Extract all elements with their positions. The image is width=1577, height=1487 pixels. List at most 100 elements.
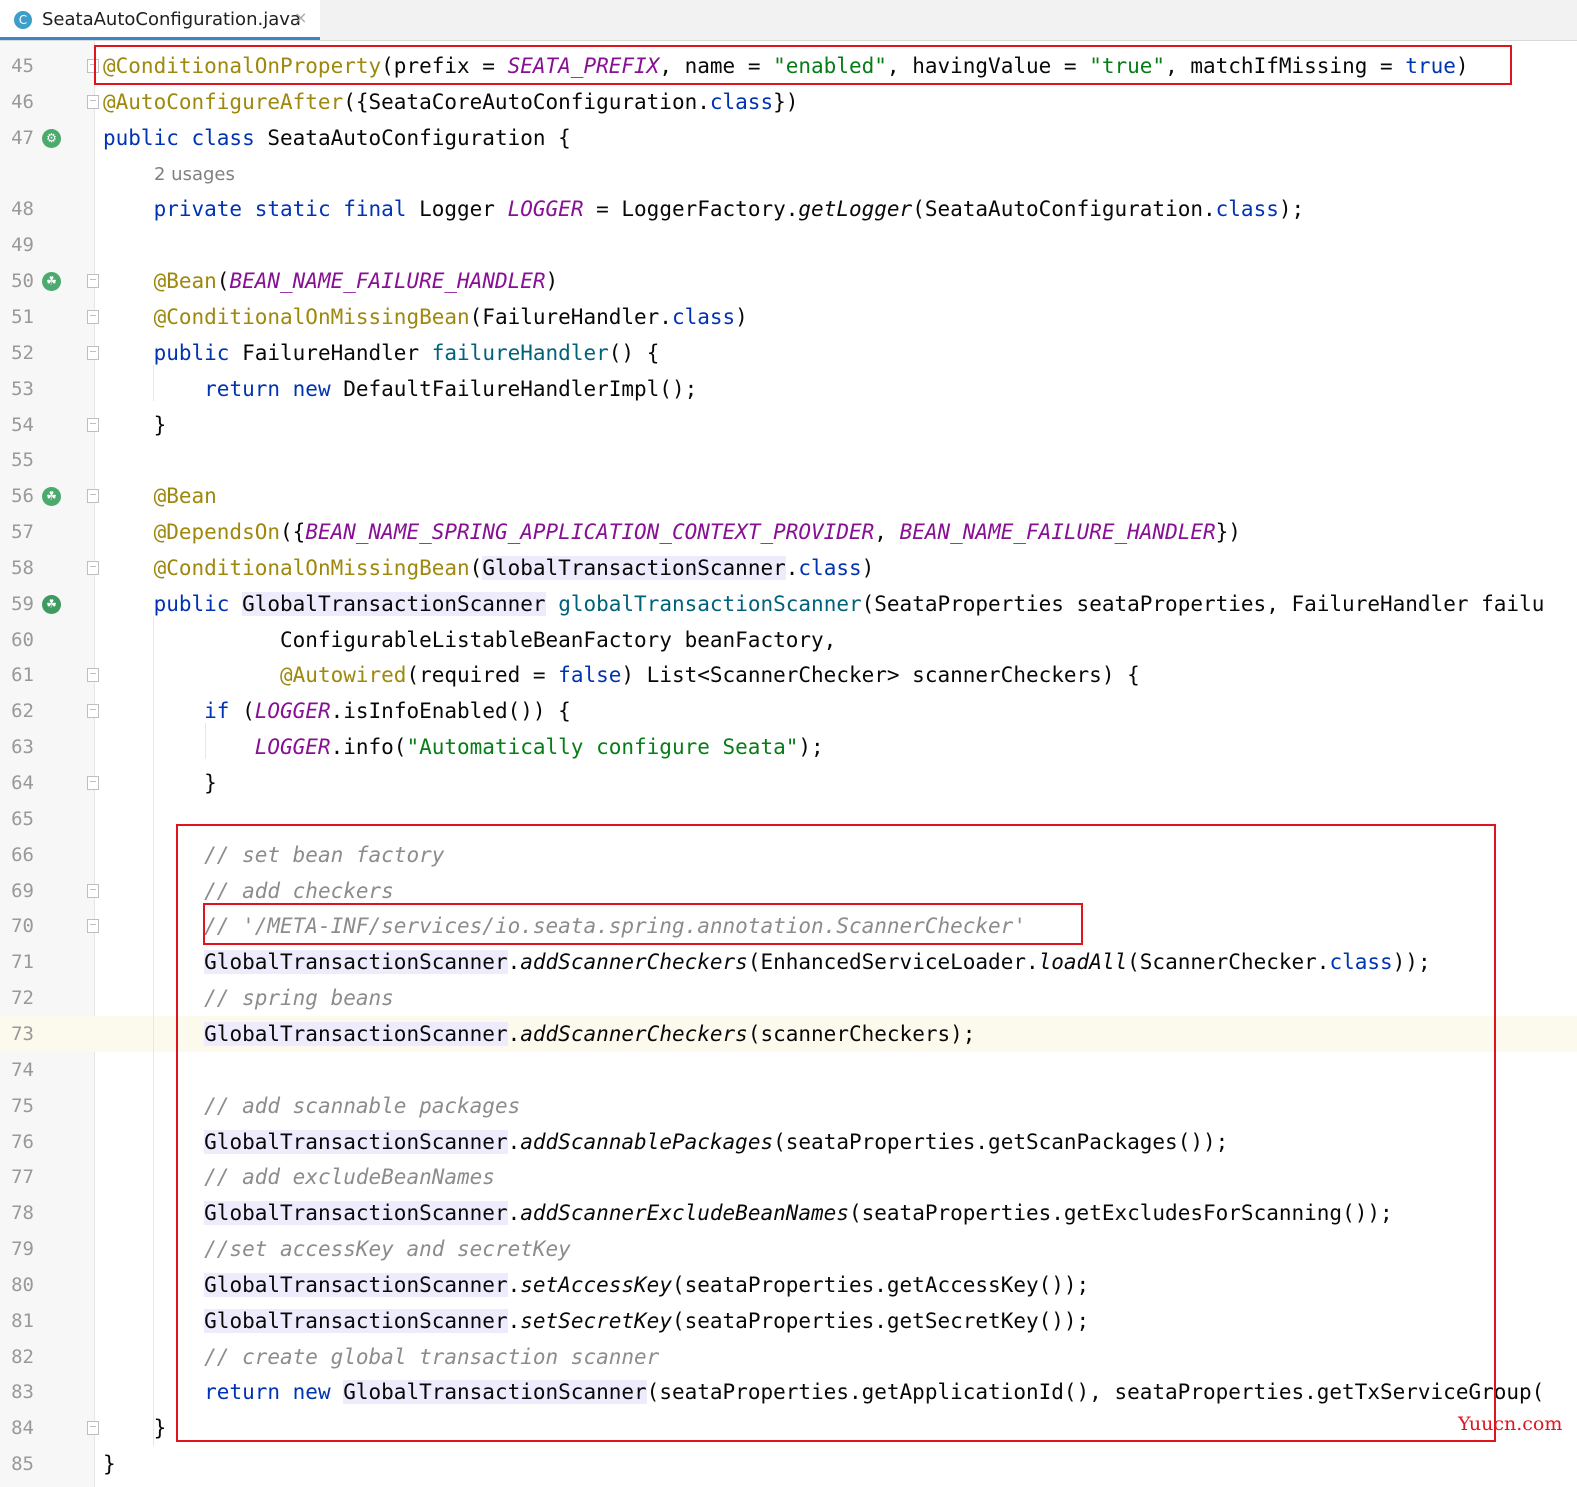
code-line[interactable]: 57 @DependsOn({BEAN_NAME_SPRING_APPLICAT… <box>0 514 1577 550</box>
code-text[interactable]: public GlobalTransactionScanner globalTr… <box>103 586 1544 622</box>
line-number[interactable]: 59 <box>0 586 34 622</box>
code-line[interactable]: 46 @AutoConfigureAfter({SeataCoreAutoConf… <box>0 84 1577 120</box>
fold-marker-icon[interactable] <box>87 417 99 432</box>
line-number[interactable]: 73 <box>0 1016 34 1052</box>
fold-marker-icon[interactable] <box>87 274 99 289</box>
line-number[interactable]: 71 <box>0 944 34 980</box>
code-text[interactable]: ConfigurableListableBeanFactory beanFact… <box>103 622 836 658</box>
line-number[interactable]: 78 <box>0 1195 34 1231</box>
line-number[interactable]: 66 <box>0 837 34 873</box>
code-text[interactable]: } <box>103 765 217 801</box>
code-text[interactable]: private static final Logger LOGGER = Log… <box>103 191 1305 227</box>
code-text[interactable]: @DependsOn({BEAN_NAME_SPRING_APPLICATION… <box>103 514 1241 550</box>
line-number[interactable]: 49 <box>0 227 34 263</box>
bean-impl-icon[interactable]: ☘ <box>42 594 61 614</box>
code-token: ); <box>798 735 824 760</box>
fold-marker-icon[interactable] <box>87 94 99 109</box>
line-number[interactable]: 75 <box>0 1088 34 1124</box>
line-number[interactable]: 58 <box>0 550 34 586</box>
line-number[interactable]: 83 <box>0 1374 34 1410</box>
fold-marker-icon[interactable] <box>87 704 99 719</box>
line-number[interactable]: 65 <box>0 801 34 837</box>
line-number[interactable]: 80 <box>0 1267 34 1303</box>
code-line[interactable]: 49 <box>0 227 1577 263</box>
code-text[interactable]: @Autowired(required = false) List<Scanne… <box>103 657 1140 693</box>
line-number[interactable]: 63 <box>0 729 34 765</box>
code-text[interactable]: } <box>103 1446 116 1482</box>
line-number[interactable]: 69 <box>0 873 34 909</box>
line-number[interactable]: 64 <box>0 765 34 801</box>
line-number[interactable]: 54 <box>0 407 34 443</box>
line-number[interactable]: 82 <box>0 1339 34 1375</box>
line-number[interactable]: 57 <box>0 514 34 550</box>
line-number[interactable]: 76 <box>0 1124 34 1160</box>
line-number[interactable]: 47 <box>0 120 34 156</box>
code-text[interactable]: @AutoConfigureAfter({SeataCoreAutoConfig… <box>103 84 798 120</box>
code-text[interactable]: LOGGER.info("Automatically configure Sea… <box>103 729 824 765</box>
code-line[interactable]: 63 LOGGER.info("Automatically configure … <box>0 729 1577 765</box>
code-text[interactable]: } <box>103 1410 167 1446</box>
line-number[interactable]: 56 <box>0 478 34 514</box>
line-number[interactable]: 74 <box>0 1052 34 1088</box>
fold-marker-icon[interactable] <box>87 776 99 790</box>
code-line[interactable]: 60 ConfigurableListableBeanFactory beanF… <box>0 622 1577 658</box>
bean-icon[interactable]: ☘ <box>42 487 61 507</box>
line-number[interactable]: 48 <box>0 191 34 227</box>
fold-marker-icon[interactable] <box>87 1421 99 1436</box>
code-text[interactable]: public class SeataAutoConfiguration { <box>103 120 571 156</box>
code-text[interactable]: @ConditionalOnMissingBean(GlobalTransact… <box>103 550 874 586</box>
code-text[interactable]: @Bean(BEAN_NAME_FAILURE_HANDLER) <box>103 263 559 299</box>
code-line[interactable]: 53 return new DefaultFailureHandlerImpl(… <box>0 371 1577 407</box>
file-tab[interactable]: C SeataAutoConfiguration.java × <box>0 0 320 40</box>
code-line[interactable]: 52 public FailureHandler failureHandler(… <box>0 335 1577 371</box>
fold-marker-icon[interactable] <box>87 489 99 504</box>
line-number[interactable]: 55 <box>0 442 34 478</box>
code-line[interactable]: 58 @ConditionalOnMissingBean(GlobalTrans… <box>0 550 1577 586</box>
code-text[interactable]: @Bean <box>103 478 217 514</box>
code-editor[interactable]: 45 @ConditionalOnProperty(prefix = SEATA_… <box>0 41 1577 1487</box>
line-number[interactable]: 61 <box>0 657 34 693</box>
bean-config-icon[interactable]: ⚙ <box>42 128 61 148</box>
fold-marker-icon[interactable] <box>87 309 99 324</box>
line-number[interactable]: 81 <box>0 1303 34 1339</box>
code-line[interactable]: 48 private static final Logger LOGGER = … <box>0 191 1577 227</box>
code-text[interactable]: if (LOGGER.isInfoEnabled()) { <box>103 693 571 729</box>
code-line[interactable]: 47 ⚙ public class SeataAutoConfiguration { <box>0 120 1577 156</box>
bean-icon[interactable]: ☘ <box>42 272 61 292</box>
line-number[interactable]: 46 <box>0 84 34 120</box>
line-number[interactable]: 70 <box>0 908 34 944</box>
fold-marker-icon[interactable] <box>87 883 99 898</box>
line-number[interactable]: 53 <box>0 371 34 407</box>
code-text[interactable]: } <box>103 407 167 443</box>
fold-marker-icon[interactable] <box>87 668 99 683</box>
line-number[interactable]: 85 <box>0 1446 34 1482</box>
line-number[interactable]: 62 <box>0 693 34 729</box>
line-number[interactable]: 52 <box>0 335 34 371</box>
line-number[interactable]: 77 <box>0 1159 34 1195</box>
code-line[interactable]: 50 ☘ @Bean(BEAN_NAME_FAILURE_HANDLER) <box>0 263 1577 299</box>
close-icon[interactable]: × <box>294 8 307 27</box>
fold-marker-icon[interactable] <box>87 919 99 934</box>
code-line[interactable]: 56 ☘ @Bean <box>0 478 1577 514</box>
code-line[interactable]: 51 @ConditionalOnMissingBean(FailureHand… <box>0 299 1577 335</box>
code-line[interactable]: 54 } <box>0 407 1577 443</box>
code-text[interactable]: public FailureHandler failureHandler() { <box>103 335 660 371</box>
code-text[interactable]: @ConditionalOnMissingBean(FailureHandler… <box>103 299 748 335</box>
line-number[interactable]: 84 <box>0 1410 34 1446</box>
code-line[interactable]: 64 } <box>0 765 1577 801</box>
fold-marker-icon[interactable] <box>87 560 99 575</box>
line-number[interactable]: 45 <box>0 48 34 84</box>
code-line[interactable]: 62 if (LOGGER.isInfoEnabled()) { <box>0 693 1577 729</box>
line-number[interactable]: 79 <box>0 1231 34 1267</box>
code-line[interactable]: 85} <box>0 1446 1577 1482</box>
line-number[interactable]: 60 <box>0 622 34 658</box>
line-number[interactable]: 72 <box>0 980 34 1016</box>
line-number[interactable]: 51 <box>0 299 34 335</box>
code-line[interactable]: 61 @Autowired(required = false) List<Sca… <box>0 657 1577 693</box>
code-line[interactable]: 55 <box>0 442 1577 478</box>
usages-inlay-hint[interactable]: 2 usages <box>154 157 235 193</box>
line-number[interactable]: 50 <box>0 263 34 299</box>
code-text[interactable]: return new DefaultFailureHandlerImpl(); <box>103 371 697 407</box>
fold-marker-icon[interactable] <box>87 345 99 360</box>
code-line[interactable]: 59 ☘ public GlobalTransactionScanner glob… <box>0 586 1577 622</box>
